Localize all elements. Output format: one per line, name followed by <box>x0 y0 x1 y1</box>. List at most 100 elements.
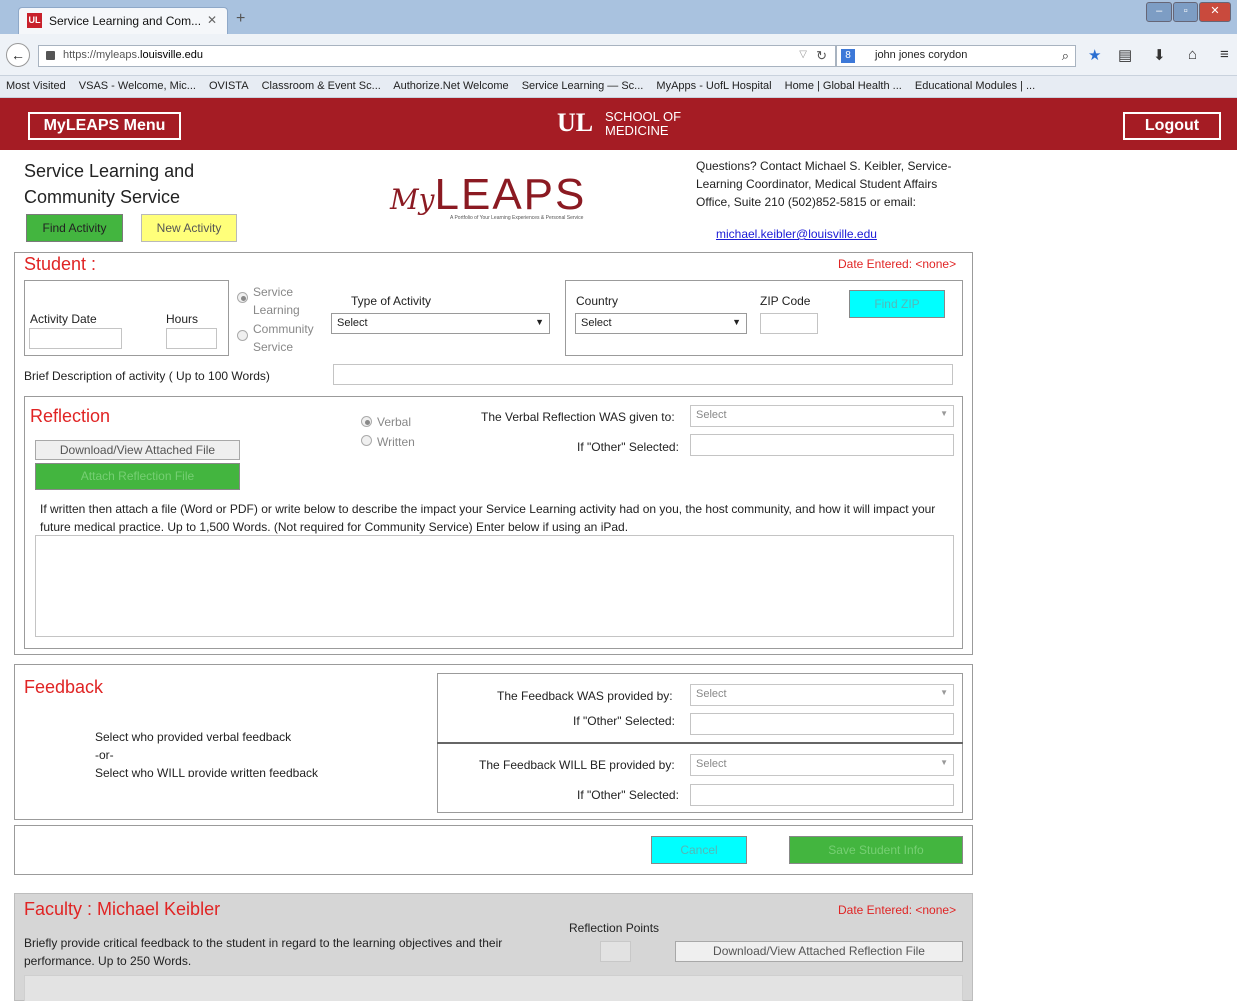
country-value: Select <box>581 317 612 329</box>
url-dropdown-icon[interactable]: ▽ <box>799 49 807 60</box>
country-label: Country <box>576 294 619 308</box>
save-student-info-button[interactable]: Save Student Info <box>789 836 963 864</box>
page-title-line-2: Community Service <box>24 187 181 207</box>
feedback-will-other-input[interactable] <box>690 784 954 806</box>
feedback-was-select[interactable]: Select ▼ <box>690 684 954 706</box>
feedback-was-value: Select <box>696 688 727 700</box>
zip-code-input[interactable] <box>760 313 818 334</box>
ul-favicon-icon: UL <box>27 13 42 28</box>
search-input[interactable]: 8 john jones corydon ⌕ <box>836 45 1076 67</box>
school-line-2: MEDICINE <box>605 123 669 138</box>
maximize-icon[interactable]: ▫ <box>1173 2 1198 22</box>
feedback-was-label: The Feedback WAS provided by: <box>497 689 673 703</box>
search-icon[interactable]: ⌕ <box>1062 48 1069 64</box>
logo-my: My <box>390 183 435 216</box>
feedback-was-other-label: If "Other" Selected: <box>573 714 675 728</box>
download-icon[interactable]: ⬇ <box>1153 46 1166 64</box>
menu-icon[interactable]: ≡ <box>1220 46 1229 63</box>
new-activity-button[interactable]: New Activity <box>141 214 237 242</box>
radio-community-service[interactable] <box>237 330 248 341</box>
reflection-instructions: If written then attach a file (Word or P… <box>40 502 936 534</box>
brief-description-input[interactable] <box>333 364 953 385</box>
verbal-reflection-given-to-label: The Verbal Reflection WAS given to: <box>481 410 675 424</box>
lock-icon <box>46 51 55 60</box>
feedback-hint-line-3: Select who WILL provide written feedback <box>95 766 319 777</box>
activity-date-input[interactable] <box>29 328 122 349</box>
close-window-icon[interactable]: ✕ <box>1198 2 1231 22</box>
hours-label: Hours <box>166 312 199 326</box>
brief-description-label: Brief Description of activity ( Up to 10… <box>24 369 270 383</box>
verbal-reflection-given-to-select[interactable]: Select ▼ <box>690 405 954 427</box>
country-select[interactable]: Select ▼ <box>575 313 747 334</box>
logo-tagline: A Portfolio of Your Learning Experiences… <box>450 215 584 221</box>
bookmark-star-icon[interactable]: ★ <box>1088 46 1101 64</box>
logo-leaps: LEAPS <box>434 170 587 219</box>
radio-verbal[interactable] <box>361 416 372 427</box>
minimize-icon[interactable]: ‒ <box>1146 2 1173 22</box>
radio-service-learning-label: Service Learning <box>253 285 300 317</box>
browser-tab[interactable]: UL Service Learning and Com... ✕ <box>18 7 228 34</box>
home-icon[interactable]: ⌂ <box>1188 46 1197 63</box>
feedback-hint-line-1: Select who provided verbal feedback <box>95 730 292 744</box>
myleaps-menu-button[interactable]: MyLEAPS Menu <box>28 112 181 140</box>
radio-community-service-label: Community Service <box>253 322 314 354</box>
search-engine-icon[interactable]: 8 <box>841 49 855 63</box>
download-reflection-file-button[interactable]: Download/View Attached Reflection File <box>675 941 963 962</box>
contact-info: Questions? Contact Michael S. Keibler, S… <box>696 159 952 209</box>
bookmark-ovista[interactable]: OVISTA <box>209 80 249 92</box>
feedback-divider <box>437 742 963 744</box>
url-bar[interactable]: https://myleaps.louisville.edu ▽ ↻ <box>38 45 836 67</box>
close-tab-icon[interactable]: ✕ <box>207 13 217 27</box>
new-tab-icon[interactable]: + <box>236 10 245 28</box>
faculty-title: Faculty : Michael Keibler <box>24 899 221 919</box>
reload-icon[interactable]: ↻ <box>816 48 827 64</box>
feedback-will-select[interactable]: Select ▼ <box>690 754 954 776</box>
bookmark-vsas[interactable]: VSAS - Welcome, Mic... <box>79 80 196 92</box>
feedback-was-other-input[interactable] <box>690 713 954 735</box>
window-controls: ‒ ▫ ✕ <box>1145 2 1231 22</box>
school-of-medicine-label: SCHOOL OF MEDICINE <box>605 110 681 138</box>
contact-email-link[interactable]: michael.keibler@louisville.edu <box>716 227 877 241</box>
reading-list-icon[interactable]: ▤ <box>1118 46 1132 64</box>
download-view-file-button[interactable]: Download/View Attached File <box>35 440 240 460</box>
reflection-textarea[interactable] <box>35 535 954 637</box>
find-zip-button[interactable]: Find ZIP <box>849 290 945 318</box>
bookmark-educational[interactable]: Educational Modules | ... <box>915 80 1035 92</box>
zip-code-label: ZIP Code <box>760 294 811 308</box>
bookmark-service-learning[interactable]: Service Learning — Sc... <box>522 80 644 92</box>
chevron-down-icon: ▼ <box>732 317 741 327</box>
radio-service-learning[interactable] <box>237 292 248 303</box>
attach-reflection-file-button[interactable]: Attach Reflection File <box>35 463 240 490</box>
school-line-1: SCHOOL OF <box>605 109 682 124</box>
feedback-hint: Select who provided verbal feedback -or-… <box>95 728 335 777</box>
bookmark-myapps[interactable]: MyApps - UofL Hospital <box>656 80 771 92</box>
search-text: john jones corydon <box>875 49 968 61</box>
faculty-feedback-textarea[interactable] <box>24 975 963 1001</box>
reflection-points-input[interactable] <box>600 941 631 962</box>
chevron-down-icon: ▼ <box>940 688 948 697</box>
bookmark-classroom[interactable]: Classroom & Event Sc... <box>262 80 381 92</box>
reflection-other-input[interactable] <box>690 434 954 456</box>
bookmark-authorize[interactable]: Authorize.Net Welcome <box>393 80 508 92</box>
feedback-will-other-label: If "Other" Selected: <box>577 788 679 802</box>
find-activity-button[interactable]: Find Activity <box>26 214 123 242</box>
type-of-activity-label: Type of Activity <box>351 294 432 308</box>
type-of-activity-select[interactable]: Select ▼ <box>331 313 550 334</box>
chevron-down-icon: ▼ <box>940 409 948 418</box>
bookmark-most-visited[interactable]: Most Visited <box>6 80 66 92</box>
chevron-down-icon: ▼ <box>940 758 948 767</box>
cancel-button[interactable]: Cancel <box>651 836 747 864</box>
radio-written[interactable] <box>361 435 372 446</box>
back-arrow-icon[interactable]: ← <box>6 43 30 67</box>
bookmarks-toolbar: Most Visited VSAS - Welcome, Mic... OVIS… <box>0 76 1237 98</box>
url-prefix: https://myleaps. <box>63 49 141 61</box>
hours-input[interactable] <box>166 328 217 349</box>
feedback-hint-line-2: -or- <box>95 748 114 762</box>
bookmark-global-health[interactable]: Home | Global Health ... <box>785 80 902 92</box>
verbal-reflection-given-to-value: Select <box>696 409 727 421</box>
logout-button[interactable]: Logout <box>1123 112 1221 140</box>
reflection-title: Reflection <box>30 406 111 426</box>
chevron-down-icon: ▼ <box>535 317 544 327</box>
faculty-instructions: Briefly provide critical feedback to the… <box>24 936 503 968</box>
tab-title: Service Learning and Com... <box>49 14 202 28</box>
